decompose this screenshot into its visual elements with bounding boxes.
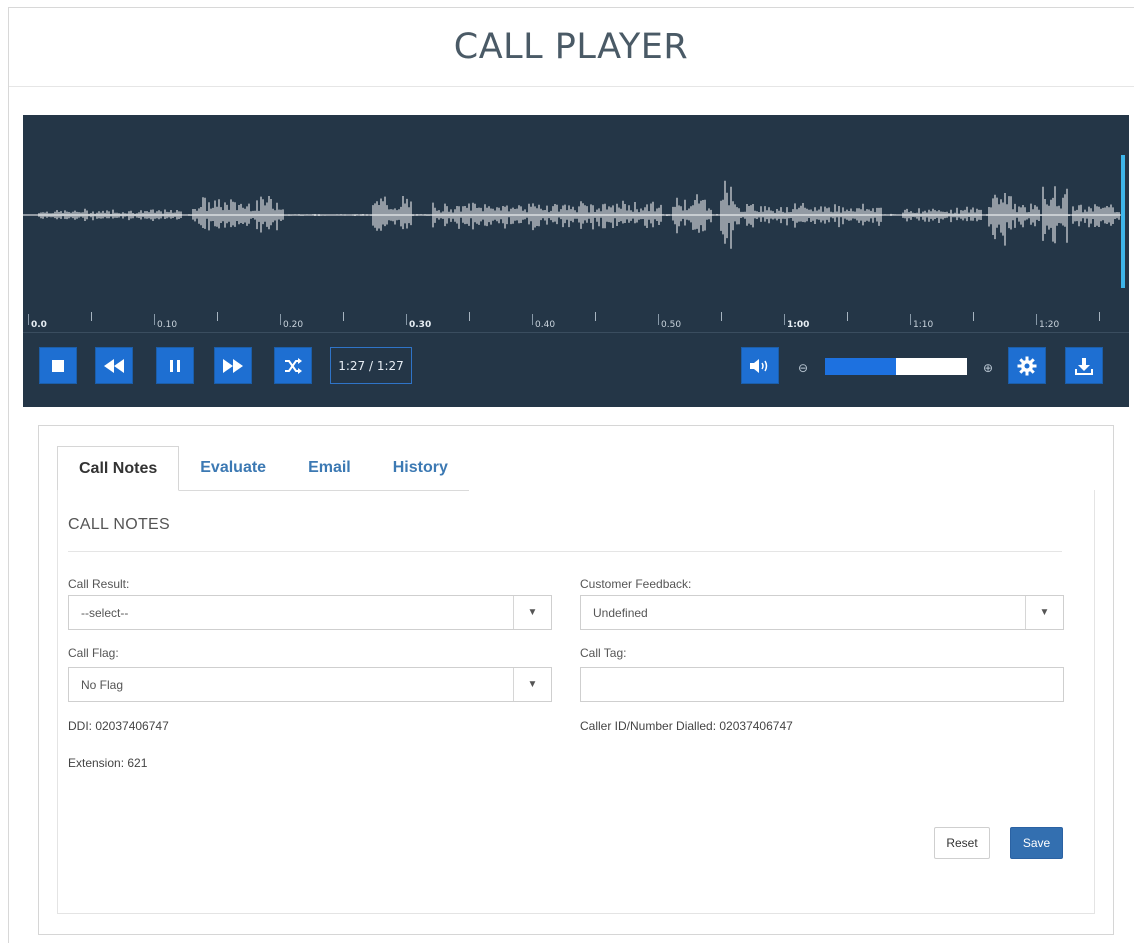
timeline-label: 1:20 [1039,320,1060,330]
rewind-icon [104,358,124,373]
waveform[interactable] [23,115,1129,315]
timeline-tick [28,314,29,325]
timeline-label: 1:10 [913,320,934,330]
timeline-minor-tick [217,312,218,321]
call-player: 0.0 0.10 0.20 0.30 0.40 0.50 1:00 1:10 1:20 1:27… [23,115,1129,407]
stop-icon [52,359,64,372]
timeline-tick [658,314,659,325]
timeline-tick [910,314,911,325]
timeline-label: 0.50 [661,320,682,330]
customer-feedback-label: Customer Feedback: [580,577,692,591]
timeline-minor-tick [469,312,470,321]
customer-feedback-select[interactable]: Undefined ▼ [580,595,1064,630]
tab-history[interactable]: History [371,446,469,491]
timeline-tick [532,314,533,325]
page-title: CALL PLAYER [453,27,689,67]
shuffle-button[interactable] [274,347,312,384]
zoom-out-icon[interactable]: ⊖ [797,362,809,374]
call-flag-select[interactable]: No Flag ▼ [68,667,552,702]
settings-button[interactable] [1008,347,1046,384]
timeline-divider [23,332,1129,333]
timeline-label: 0.40 [535,320,556,330]
chevron-down-icon: ▼ [513,596,551,629]
call-tag-input[interactable] [580,667,1064,702]
tab-evaluate[interactable]: Evaluate [179,446,288,491]
section-title: CALL NOTES [68,516,170,533]
call-result-label: Call Result: [68,577,130,591]
playhead-marker[interactable] [1121,155,1125,288]
timeline-tick [154,314,155,325]
call-tag-label: Call Tag: [580,646,627,660]
call-flag-label: Call Flag: [68,646,119,660]
section-divider [68,551,1062,552]
fast-forward-button[interactable] [214,347,252,384]
timeline-label: 1:00 [787,320,810,330]
timeline-minor-tick [595,312,596,321]
timeline-ruler[interactable]: 0.0 0.10 0.20 0.30 0.40 0.50 1:00 1:10 1:20 [23,311,1129,333]
tab-email[interactable]: Email [287,446,372,491]
volume-button[interactable] [741,347,779,384]
shuffle-icon [285,357,302,374]
timeline-label: 0.10 [157,320,178,330]
timeline-minor-tick [1099,312,1100,321]
timeline-label: 0.20 [283,320,304,330]
pause-icon [170,359,180,372]
chevron-down-icon: ▼ [513,668,551,701]
call-details-panel: Call Notes Evaluate Email History CALL N… [38,425,1114,935]
pause-button[interactable] [156,347,194,384]
volume-slider-fill [825,358,896,375]
save-button[interactable]: Save [1010,827,1063,859]
volume-icon [750,358,768,373]
gear-icon [1017,356,1037,375]
caller-id-text: Caller ID/Number Dialled: 02037406747 [580,719,793,733]
call-flag-value: No Flag [81,677,124,692]
call-result-select[interactable]: --select-- ▼ [68,595,552,630]
tab-bar: Call Notes Evaluate Email History [57,446,469,491]
download-icon [1075,357,1093,375]
timeline-tick [406,314,407,325]
call-notes-content: CALL NOTES Call Result: --select-- ▼ Cus… [57,490,1095,914]
timeline-tick [784,314,785,325]
call-result-value: --select-- [81,605,129,620]
timeline-tick [280,314,281,325]
reset-button[interactable]: Reset [934,827,990,859]
download-button[interactable] [1065,347,1103,384]
rewind-button[interactable] [95,347,133,384]
stop-button[interactable] [39,347,77,384]
title-divider [9,86,1134,87]
timeline-label: 0.0 [31,320,47,330]
volume-slider[interactable] [825,358,967,375]
timeline-minor-tick [343,312,344,321]
timeline-minor-tick [847,312,848,321]
timeline-minor-tick [721,312,722,321]
chevron-down-icon: ▼ [1025,596,1063,629]
time-display: 1:27 / 1:27 [330,347,412,384]
tab-call-notes[interactable]: Call Notes [57,446,180,491]
fast-forward-icon [223,358,243,373]
timeline-label: 0.30 [409,320,432,330]
ddi-text: DDI: 02037406747 [68,719,169,733]
timeline-tick [1036,314,1037,325]
zoom-in-icon[interactable]: ⊕ [982,362,994,374]
customer-feedback-value: Undefined [593,605,648,620]
timeline-minor-tick [973,312,974,321]
timeline-minor-tick [91,312,92,321]
extension-text: Extension: 621 [68,756,148,770]
